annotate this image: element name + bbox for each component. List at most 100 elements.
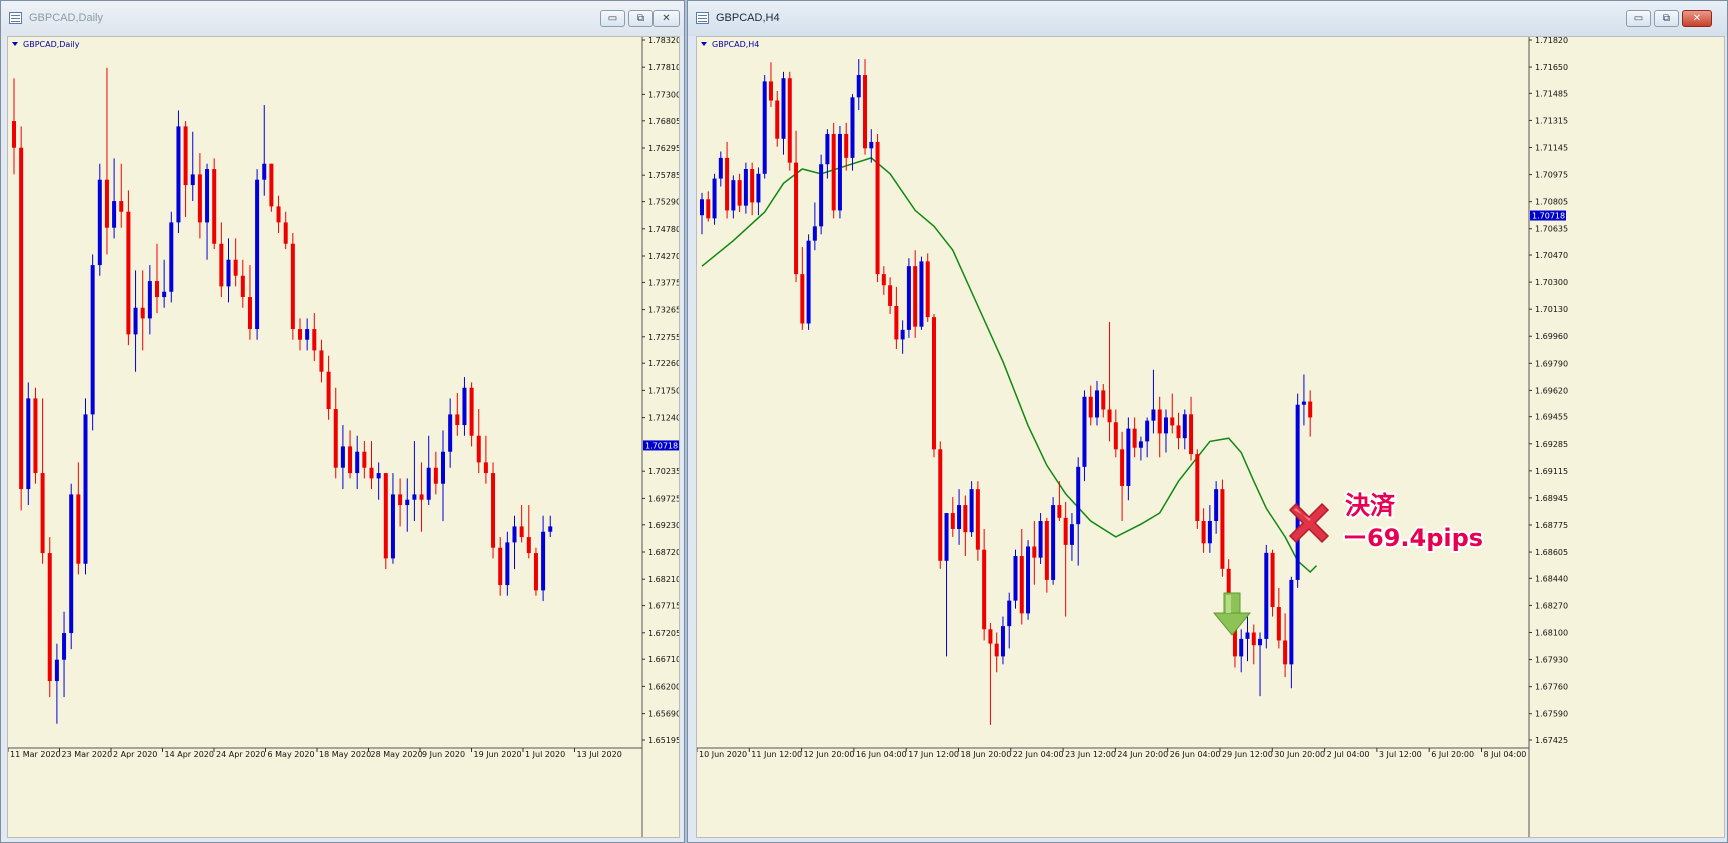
x-tick-label: 6 Jul 20:00 (1431, 750, 1474, 759)
candle-body (856, 75, 861, 98)
y-tick-label: 1.67205 (648, 629, 679, 638)
minimize-button[interactable]: ▭ (1626, 10, 1651, 27)
candle-body (1132, 428, 1137, 448)
y-tick-label: 1.67715 (648, 602, 679, 611)
candle-body (319, 350, 324, 372)
candle-body (994, 643, 999, 657)
daily-candlestick-chart[interactable]: 1.78320 1.77810 1.77300 1.76805 1.76295 1.757… (8, 37, 679, 837)
candle-body (147, 281, 152, 319)
candle-body (1176, 425, 1181, 439)
candle-body (526, 537, 531, 554)
candle-body (383, 473, 388, 559)
h4-chart-window[interactable]: GBPCAD,H4 ▭ ⧉ ✕ 1.71820 1.71650 1.71485 1.7… (687, 0, 1728, 843)
daily-chart-area[interactable]: 1.78320 1.77810 1.77300 1.76805 1.76295 1.757… (7, 36, 680, 838)
candle-body (62, 633, 67, 660)
x-tick-label: 18 Jun 20:00 (961, 750, 1012, 759)
daily-window-titlebar[interactable]: GBPCAD,Daily ▭ ⧉ ✕ (1, 1, 684, 36)
candle-body (426, 467, 431, 500)
x-tick-label: 24 Jun 20:00 (1117, 750, 1168, 759)
candle-body (1032, 546, 1037, 558)
candle-body (1051, 505, 1056, 580)
candle-body (1063, 517, 1068, 545)
x-tick-label: 23 Mar 2020 (62, 750, 113, 759)
y-tick-label: 1.70805 (1535, 198, 1568, 207)
candle-body (298, 329, 302, 340)
y-tick-label: 1.69115 (1535, 467, 1568, 476)
y-tick-label: 1.73265 (648, 306, 679, 315)
h4-chart-label: GBPCAD,H4 (712, 40, 759, 49)
candle-body (1170, 417, 1175, 426)
current-price-label: 1.70718 (1532, 212, 1565, 221)
candle-body (925, 261, 930, 318)
h4-window-title: GBPCAD,H4 (716, 12, 780, 24)
restore-button[interactable]: ⧉ (628, 10, 653, 27)
candle-body (700, 199, 704, 216)
candle-body (469, 387, 474, 436)
candle-body (900, 329, 905, 340)
candle-body (533, 553, 538, 591)
y-tick-label: 1.77810 (648, 63, 679, 72)
h4-chart-area[interactable]: 1.71820 1.71650 1.71485 1.71315 1.71145 1.709… (696, 36, 1725, 838)
y-tick-label: 1.76805 (648, 117, 679, 126)
candle-body (326, 371, 331, 410)
candle-body (255, 179, 260, 330)
candle-body (725, 157, 730, 211)
candle-body (462, 387, 467, 426)
candle-body (83, 414, 88, 564)
candle-body (1245, 632, 1250, 639)
daily-chart-label: GBPCAD,Daily (23, 40, 80, 49)
candle-body (40, 473, 45, 554)
x-tick-label: 18 May 2020 (319, 750, 371, 759)
chart-menu-triangle-icon (12, 42, 18, 46)
candle-body (176, 126, 181, 223)
h4-candlestick-chart[interactable]: 1.71820 1.71650 1.71485 1.71315 1.71145 1.709… (697, 37, 1724, 837)
x-tick-label: 24 Apr 2020 (216, 750, 265, 759)
y-tick-label: 1.75290 (648, 198, 679, 207)
candle-body (1207, 521, 1212, 544)
candle-body (283, 222, 288, 244)
y-tick-label: 1.68270 (1535, 601, 1568, 610)
candle-body (800, 274, 805, 324)
candle-body (837, 133, 842, 211)
minimize-button[interactable]: ▭ (600, 10, 625, 27)
candle-body (54, 659, 59, 682)
candle-body (97, 179, 102, 266)
x-tick-label: 28 May 2020 (371, 750, 423, 759)
candle-body (1013, 556, 1018, 601)
candle-body (1251, 632, 1256, 646)
candle-body (290, 243, 295, 330)
candle-body (140, 307, 145, 319)
y-tick-label: 1.69230 (648, 521, 679, 530)
close-button[interactable]: ✕ (653, 10, 680, 27)
candle-body (1044, 521, 1049, 580)
y-tick-label: 1.71650 (1535, 63, 1568, 72)
candle-body (1026, 546, 1031, 614)
candle-body (712, 178, 717, 219)
candle-body (405, 499, 410, 506)
candle-body (276, 206, 281, 223)
daily-chart-window[interactable]: GBPCAD,Daily ▭ ⧉ ✕ 1.78320 1.77810 1.77300… (0, 0, 685, 843)
x-tick-label: 10 Jun 2020 (699, 750, 747, 759)
close-button[interactable]: ✕ (1682, 10, 1712, 27)
candle-body (33, 398, 38, 474)
candle-body (240, 275, 245, 298)
candle-body (881, 274, 886, 286)
y-tick-label: 1.72755 (648, 333, 679, 342)
restore-button[interactable]: ⧉ (1654, 10, 1679, 27)
y-tick-label: 1.74780 (648, 225, 679, 234)
y-tick-label: 1.69620 (1535, 386, 1568, 395)
candle-body (505, 542, 510, 586)
y-tick-label: 1.70130 (1535, 305, 1568, 314)
candle-body (812, 226, 817, 241)
candle-body (412, 494, 417, 500)
x-tick-label: 9 Jun 2020 (422, 750, 465, 759)
y-tick-label: 1.68605 (1535, 548, 1568, 557)
candle-body (894, 305, 899, 340)
x-tick-label: 14 Apr 2020 (165, 750, 214, 759)
x-tick-label: 3 Jul 12:00 (1379, 750, 1422, 759)
candle-body (831, 133, 836, 211)
candle-body (247, 297, 252, 330)
y-tick-label: 1.70635 (1535, 225, 1568, 234)
x-tick-label: 1 Jul 2020 (525, 750, 565, 759)
h4-window-titlebar[interactable]: GBPCAD,H4 ▭ ⧉ ✕ (688, 1, 1727, 36)
